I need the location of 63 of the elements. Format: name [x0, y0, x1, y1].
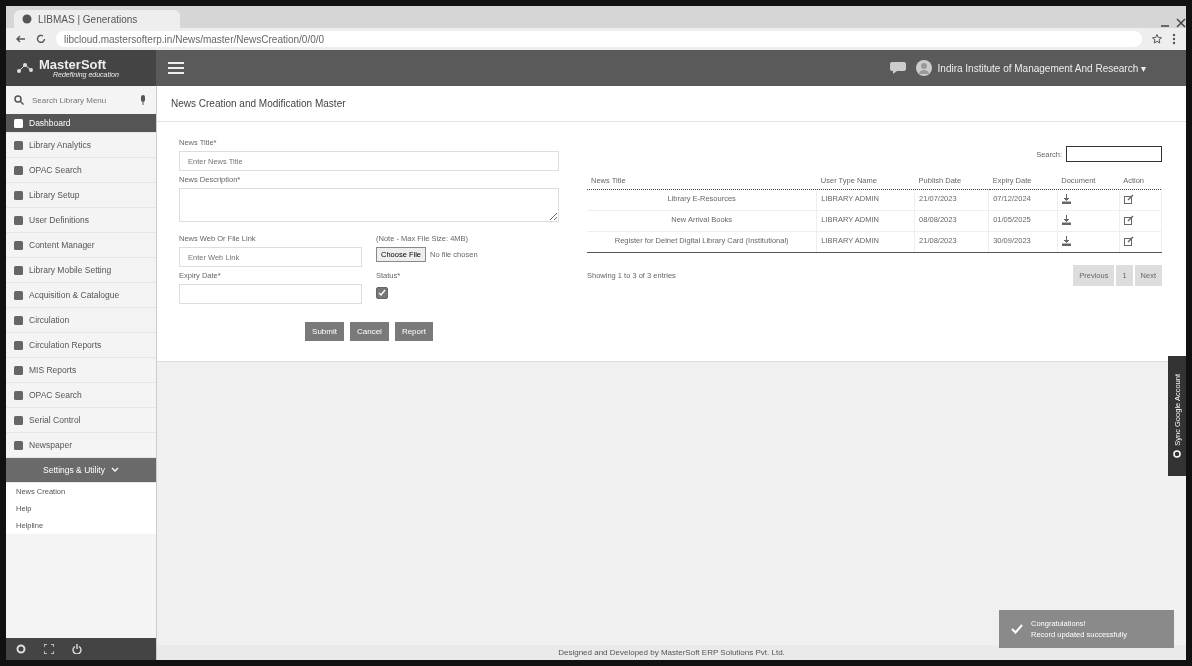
square-icon [14, 290, 23, 300]
square-icon [14, 190, 23, 200]
sidebar-item[interactable]: Library Mobile Setting [6, 258, 156, 283]
menu-search-field[interactable]: Search Library Menu [30, 94, 134, 106]
browser-tab[interactable]: LIBMAS | Generations [14, 10, 180, 28]
sidebar-item[interactable]: Library Setup [6, 183, 156, 208]
square-icon [14, 315, 23, 325]
reload-icon[interactable] [36, 34, 46, 44]
sidebar-item[interactable]: MIS Reports [6, 358, 156, 383]
form-button[interactable]: Report [394, 322, 433, 341]
square-icon [14, 118, 23, 128]
menu-icon[interactable] [168, 62, 184, 74]
square-icon [14, 340, 23, 350]
check-icon [1011, 624, 1023, 634]
sidebar-item[interactable]: Content Manager [6, 233, 156, 258]
chat-icon[interactable] [889, 62, 906, 74]
square-icon [14, 215, 23, 225]
chevron-down-icon [110, 467, 119, 473]
sidebar-item[interactable]: Acquisition & Catalogue [6, 283, 156, 308]
footer-text: Designed and Developed by MasterSoft ERP Solutions Pvt. Ltd. [558, 648, 785, 657]
star-icon[interactable] [1152, 34, 1162, 44]
square-icon [14, 165, 23, 175]
power-icon[interactable] [72, 644, 82, 654]
logo-text: MasterSoft [39, 58, 108, 71]
back-arrow-icon[interactable] [16, 34, 26, 44]
sidebar-item[interactable]: Dashboard [6, 114, 156, 133]
sidebar-item[interactable]: OPAC Search [6, 158, 156, 183]
expand-icon[interactable] [44, 644, 54, 654]
square-icon [14, 140, 23, 150]
edit-icon[interactable] [1123, 194, 1134, 204]
form-button[interactable]: Submit [305, 322, 344, 341]
avatar-icon[interactable] [915, 60, 932, 76]
close-icon[interactable] [1176, 18, 1186, 28]
square-icon [14, 390, 23, 400]
sidebar-item[interactable]: Settings & Utility [6, 458, 156, 483]
square-icon [14, 265, 23, 275]
sidebar-item[interactable]: Serial Control [6, 408, 156, 433]
status-checkbox[interactable] [376, 287, 388, 299]
sidebar-item[interactable]: OPAC Search [6, 383, 156, 408]
square-icon [14, 365, 23, 375]
download-icon[interactable] [1061, 236, 1071, 246]
search-field[interactable] [1066, 146, 1162, 162]
page-title: News Creation and Modification Master [171, 98, 346, 109]
square-icon [14, 440, 23, 450]
form-button[interactable]: Cancel [350, 322, 389, 341]
download-icon[interactable] [1061, 215, 1071, 225]
search-icon [14, 95, 24, 105]
edit-icon[interactable] [1123, 215, 1134, 225]
square-icon [14, 240, 23, 250]
sidebar-item[interactable]: Circulation [6, 308, 156, 333]
sidebar-item[interactable]: Library Analytics [6, 133, 156, 158]
menu-dots-icon[interactable] [1172, 33, 1176, 45]
microphone-icon[interactable] [140, 95, 146, 105]
sidebar-item[interactable]: User Definitions [6, 208, 156, 233]
network-icon [16, 61, 34, 75]
address-bar[interactable]: libcloud.mastersofterp.in/News/master/NewsCreation/0/0/0 [56, 31, 1142, 47]
edit-icon[interactable] [1123, 236, 1134, 246]
user-menu[interactable]: Indira Institute of Management And Research ▾ [937, 62, 1146, 74]
date-field[interactable] [179, 284, 362, 304]
tab-title: LIBMAS | Generations [38, 13, 138, 25]
sidebar-item[interactable]: Circulation Reports [6, 333, 156, 358]
download-icon[interactable] [1061, 194, 1071, 204]
square-icon [14, 415, 23, 425]
